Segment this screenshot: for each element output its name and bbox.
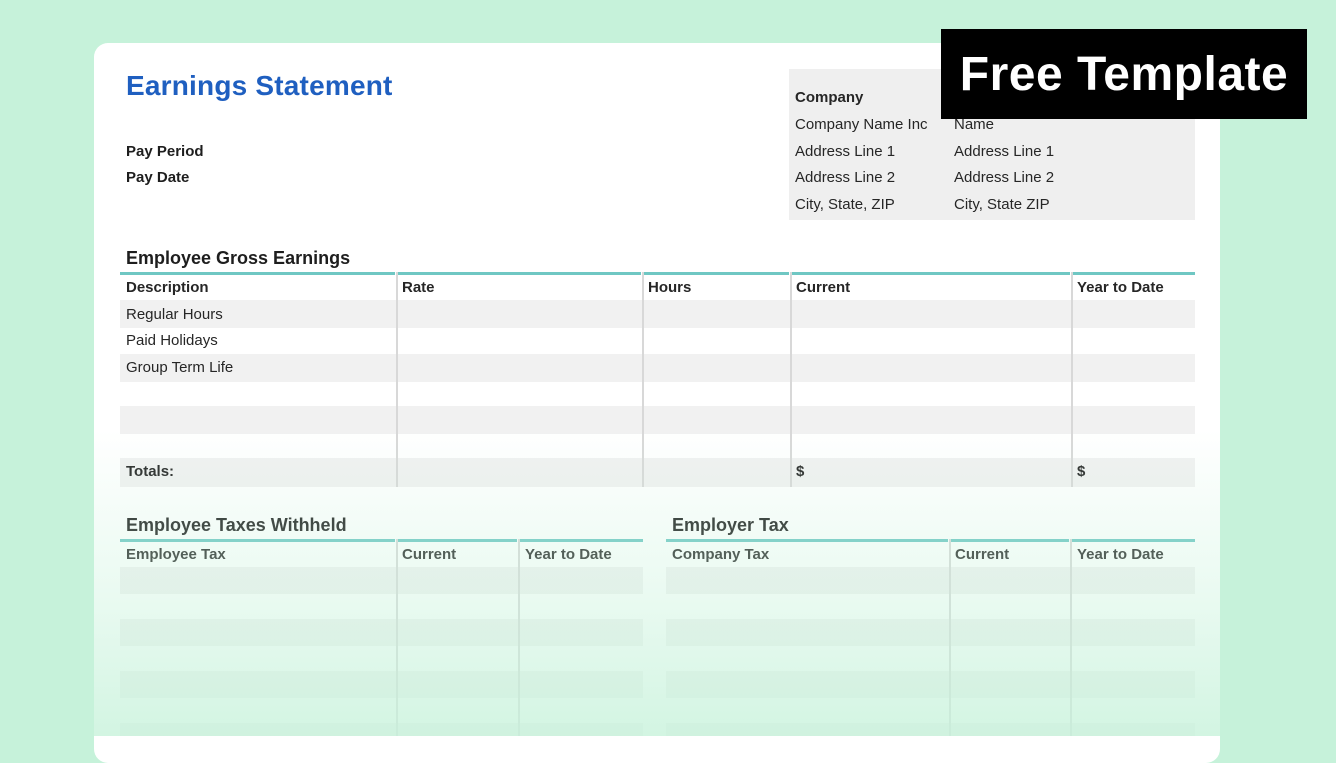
earnings-row-group-term-life: Group Term Life [126,359,234,376]
column-divider [396,272,398,487]
taxes-withheld-title: Employee Taxes Withheld [126,515,347,535]
table-row [666,723,1195,736]
column-header-current: Current [955,546,1010,563]
table-row [120,300,1195,328]
column-divider [790,272,792,487]
company-city-state-zip: City, State, ZIP [795,196,895,213]
column-header-company-tax: Company Tax [672,546,770,563]
column-divider [396,539,398,736]
free-template-badge: Free Template [941,29,1307,119]
table-row [120,567,643,594]
column-divider [949,539,951,736]
gross-earnings-title: Employee Gross Earnings [126,248,351,268]
column-header-ytd: Year to Date [525,546,612,563]
column-header-current: Current [402,546,457,563]
column-header-hours: Hours [648,279,692,296]
pay-period-label: Pay Period [126,143,204,160]
employer-tax-table: Company Tax Current Year to Date [666,539,1195,736]
column-header-ytd: Year to Date [1077,546,1164,563]
column-header-description: Description [126,279,209,296]
taxes-withheld-table: Employee Tax Current Year to Date [120,539,643,736]
totals-row [120,458,1195,487]
document-title: Earnings Statement [126,70,393,101]
totals-label: Totals: [126,463,175,480]
pay-date-label: Pay Date [126,169,190,186]
column-divider [1071,272,1073,487]
table-row [666,671,1195,698]
column-header-employee-tax: Employee Tax [126,546,226,563]
totals-current-symbol: $ [796,463,805,480]
table-row [120,354,1195,382]
column-header-current: Current [796,279,851,296]
earnings-row-paid-holidays: Paid Holidays [126,332,218,349]
column-divider [518,539,520,736]
table-row [120,671,643,698]
table-row [120,619,643,646]
column-divider [1070,539,1072,736]
table-row [666,567,1195,594]
company-header: Company [795,89,864,106]
company-name: Company Name Inc [795,116,928,133]
column-divider [642,272,644,487]
column-header-rate: Rate [402,279,435,296]
company-address-2: Address Line 2 [795,169,896,186]
employer-tax-title: Employer Tax [672,515,789,535]
column-header-ytd: Year to Date [1077,279,1164,296]
gross-earnings-table: Description Rate Hours Current Year to D… [120,272,1195,487]
company-address-1: Address Line 1 [795,143,896,160]
employee-city-state-zip: City, State ZIP [954,196,1050,213]
earnings-row-regular-hours: Regular Hours [126,306,223,323]
table-row [120,723,643,736]
employee-address-2: Address Line 2 [954,169,1055,186]
employee-address-1: Address Line 1 [954,143,1055,160]
totals-ytd-symbol: $ [1077,463,1086,480]
table-row [120,406,1195,434]
table-row [666,619,1195,646]
